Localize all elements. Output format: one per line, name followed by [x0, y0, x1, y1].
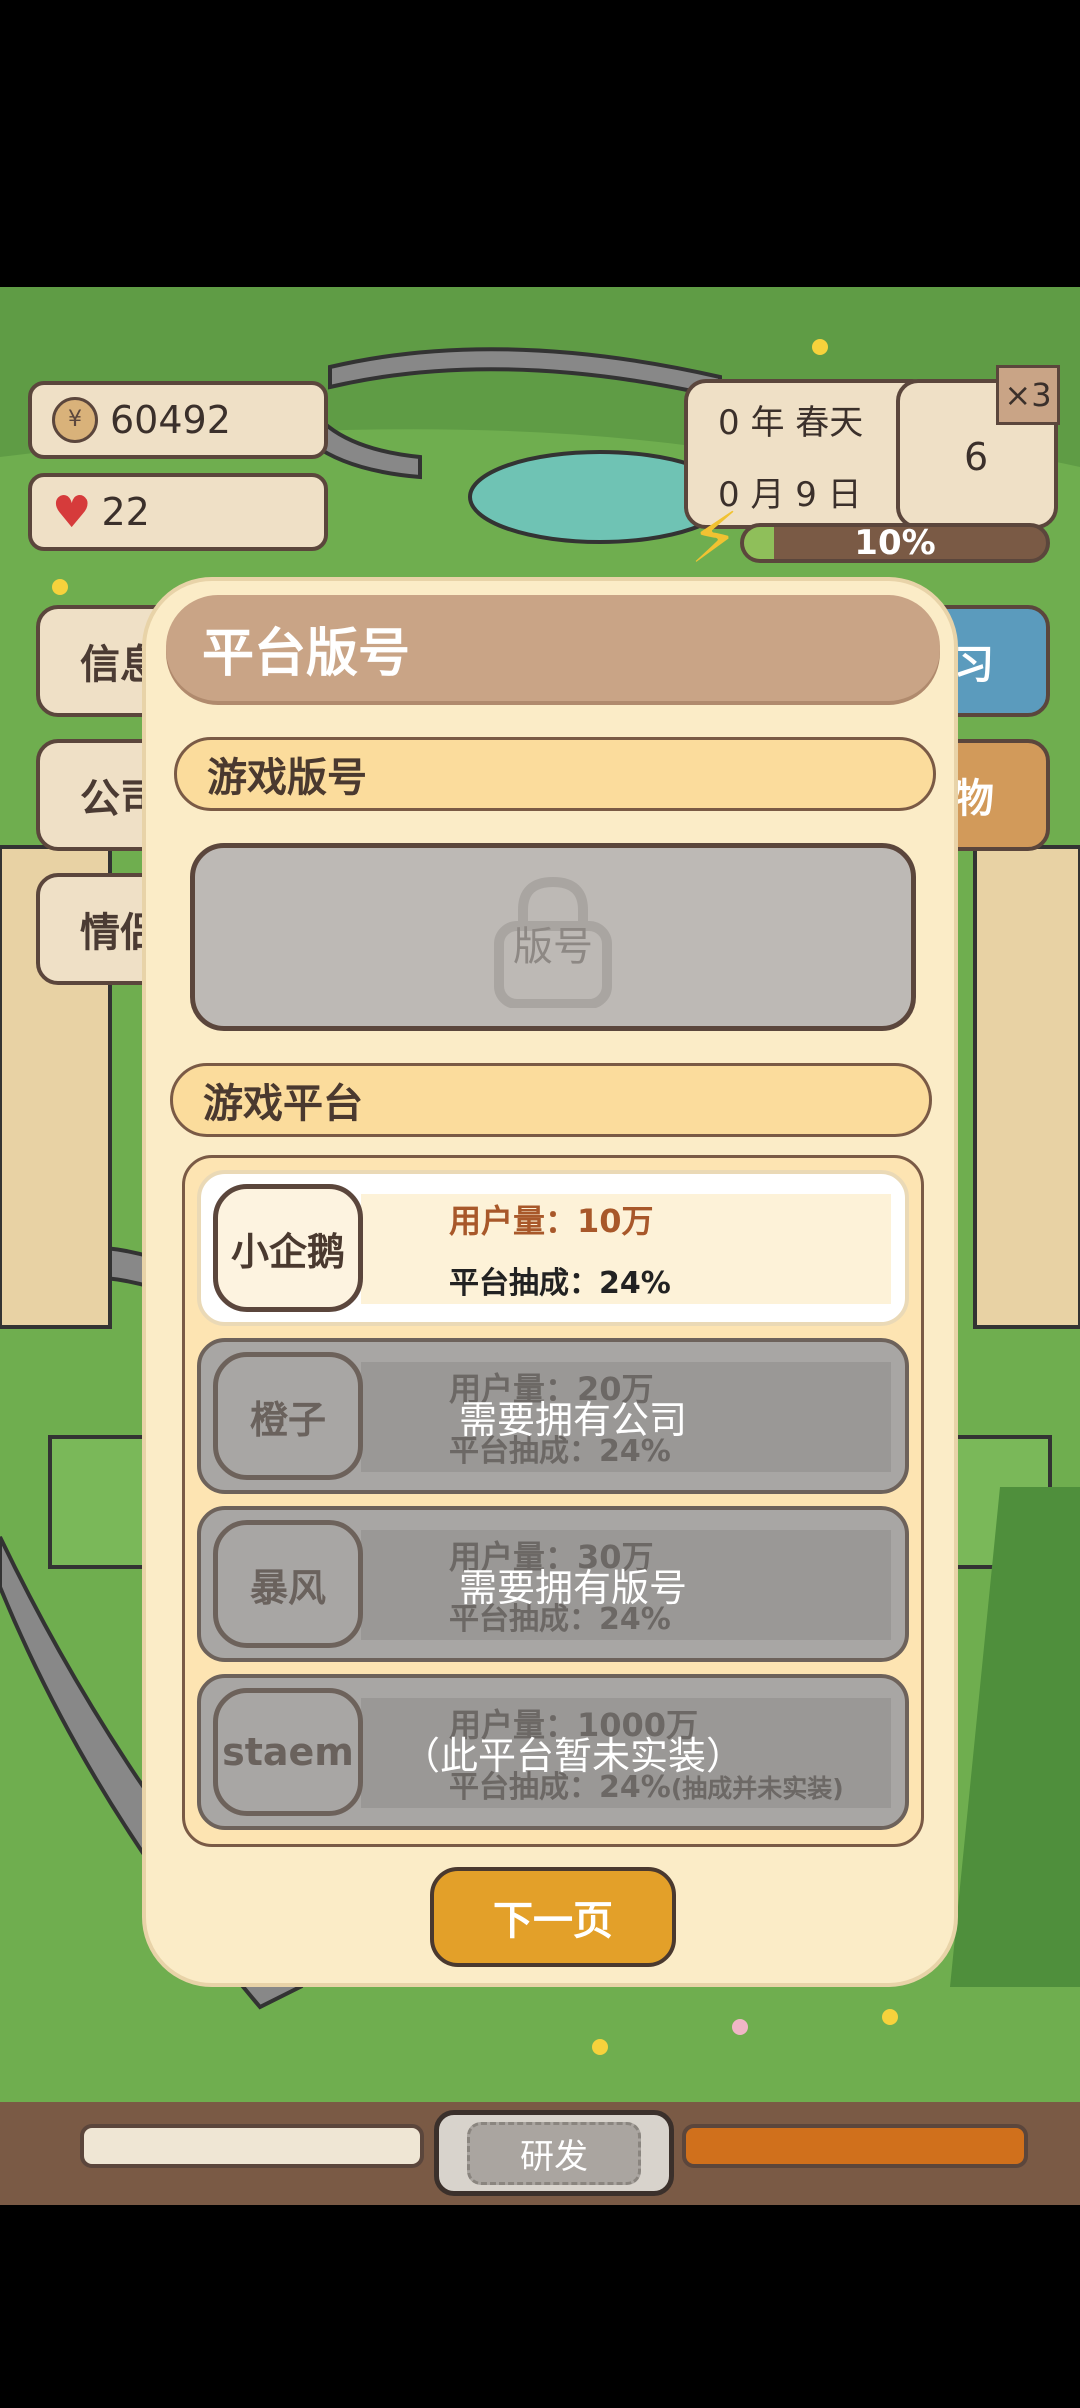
- bottom-bar: 研发: [0, 2102, 1080, 2205]
- platform-lock-text: 需要拥有公司: [458, 1397, 687, 1442]
- speed-multiplier[interactable]: ×3: [996, 365, 1060, 425]
- develop-label: 研发: [467, 2121, 641, 2185]
- money-display: ¥ 60492: [28, 381, 328, 459]
- hearts-value: 22: [101, 490, 150, 534]
- right-progress-bar: [682, 2124, 1028, 2168]
- platform-users: 用户量：10万: [449, 1202, 654, 1240]
- section-game-license: 游戏版号: [174, 737, 936, 811]
- next-page-button[interactable]: 下一页: [430, 1867, 676, 1967]
- platform-card-chengzi[interactable]: 用户量：20万 平台抽成：24% 橙子 需要拥有公司: [197, 1338, 909, 1494]
- lightning-icon: ⚡: [690, 497, 740, 579]
- platform-license-modal: 平台版号 游戏版号 版号 游戏平台 用户量：10万 平台抽成：24% 小企鹅 用…: [142, 577, 958, 1987]
- hearts-display: ♥ 22: [28, 473, 328, 551]
- money-bag-icon: ¥: [52, 397, 98, 443]
- platform-cut: 平台抽成：24%: [449, 1266, 671, 1301]
- platform-lock-text: 需要拥有版号: [458, 1565, 687, 1610]
- platform-lock-text: （此平台暂未实装）: [401, 1733, 744, 1778]
- section-game-platform: 游戏平台: [170, 1063, 932, 1137]
- platform-card-baofeng[interactable]: 用户量：30万 平台抽成：24% 暴风 需要拥有版号: [197, 1506, 909, 1662]
- platform-info: 用户量：10万 平台抽成：24%: [361, 1194, 891, 1304]
- modal-title: 平台版号: [166, 595, 940, 701]
- platform-card-staem[interactable]: 用户量：1000万 平台抽成：24%(抽成并未实装) staem （此平台暂未实…: [197, 1674, 909, 1830]
- money-value: 60492: [110, 398, 231, 442]
- date-month-day: 0 月 9 日: [718, 475, 862, 515]
- develop-button[interactable]: 研发: [434, 2110, 674, 2196]
- heart-icon: ♥: [52, 486, 92, 538]
- platform-list: 用户量：10万 平台抽成：24% 小企鹅 用户量：20万 平台抽成：24% 橙子…: [182, 1155, 924, 1847]
- date-year-season: 0 年 春天: [718, 403, 864, 443]
- platform-icon: 小企鹅: [213, 1184, 363, 1312]
- platform-card-xiaoqie[interactable]: 用户量：10万 平台抽成：24% 小企鹅: [197, 1170, 909, 1326]
- energy-bar: 10%: [740, 523, 1050, 563]
- license-slot[interactable]: 版号: [190, 843, 916, 1031]
- energy-percent: 10%: [854, 523, 936, 563]
- license-placeholder: 版号: [513, 924, 593, 970]
- left-progress-bar: [80, 2124, 424, 2168]
- day-counter-value: 6: [964, 435, 989, 479]
